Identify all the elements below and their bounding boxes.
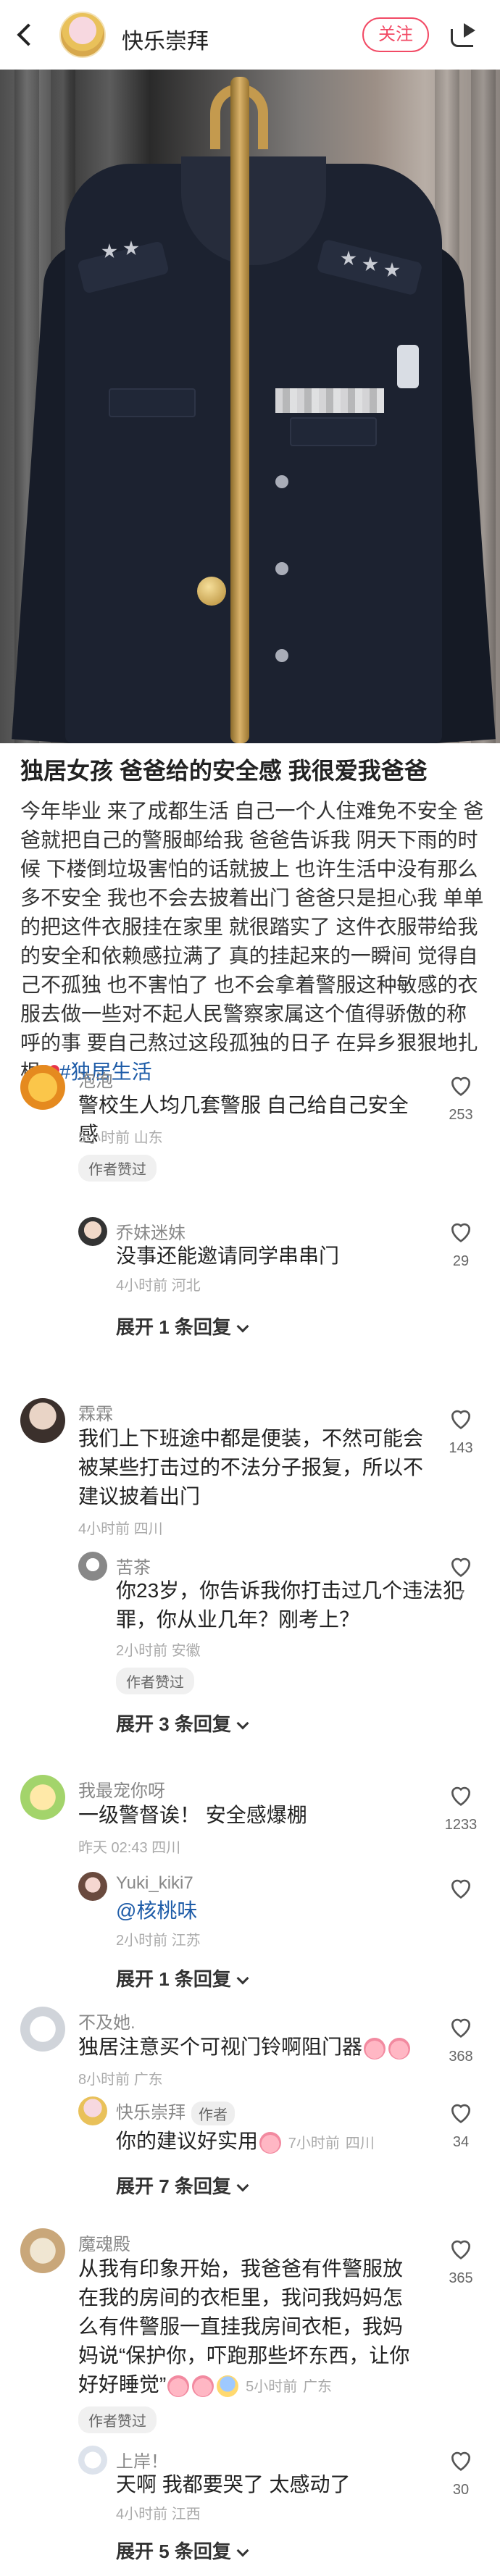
author-liked-tag: 作者赞过 [78, 1155, 157, 1182]
reply-meta: 2小时前 安徽 [116, 1643, 201, 1659]
reply-text[interactable]: 你23岁，你告诉我你打击过几个违法犯罪，你从业几年？刚考上？ [116, 1576, 464, 1634]
like-count: 368 [449, 2049, 473, 2065]
commenter-name[interactable]: 泡泡 [78, 1066, 113, 1092]
like-count: 30 [452, 2482, 470, 2498]
reply-mention[interactable]: @核桃味 [116, 1897, 464, 1925]
like-heart-icon[interactable] [446, 1404, 475, 1433]
pig-emoji-icon [259, 2131, 282, 2154]
expand-replies-button[interactable]: 展开 7 条回复 [116, 2172, 249, 2199]
commenter-name[interactable]: 我最宠你呀 [78, 1776, 165, 1802]
commenter-avatar[interactable] [20, 2007, 65, 2052]
reply-text[interactable]: 天啊 我都要哭了 太感动了 [116, 2470, 464, 2499]
replier-name[interactable]: 乔妹迷妹 [116, 1218, 186, 1244]
chevron-down-icon [236, 1717, 249, 1730]
like-heart-icon[interactable] [446, 1552, 475, 1581]
replier-name[interactable]: 快乐崇拜 作者 [116, 2098, 235, 2126]
commenter-avatar[interactable] [20, 1775, 65, 1820]
chevron-down-icon [236, 1320, 249, 1333]
like-heart-icon[interactable] [446, 2446, 475, 2475]
chevron-down-icon [236, 2544, 249, 2557]
like-heart-icon[interactable] [446, 1217, 475, 1246]
like-count: 29 [452, 1253, 470, 1269]
like-count: 365 [449, 2270, 473, 2286]
comment-text[interactable]: 从我有印象开始，我爸爸有件警服放在我的房间的衣柜里，我问我妈妈怎么有件警服一直挂… [78, 2254, 419, 2401]
reply-meta: 2小时前 江苏 [116, 1933, 201, 1949]
name-tag [275, 388, 384, 413]
post-body-text: 今年毕业 来了成都生活 自己一个人住难免不安全 爸爸就把自己的警服邮给我 爸爸告… [20, 800, 484, 1083]
commenter-avatar[interactable] [20, 1398, 65, 1443]
comment-meta: 8小时前 广东 [78, 2072, 163, 2088]
coat-stand-pole [230, 77, 249, 743]
reply-meta: 4小时前 江西 [116, 2506, 201, 2522]
comment-text[interactable]: 一级警督诶！ 安全感爆棚 [78, 1801, 426, 1830]
commenter-name[interactable]: 霖霖 [78, 1400, 113, 1425]
comment-meta: 5小时前 山东 [78, 1130, 163, 1146]
reply-avatar[interactable] [78, 2446, 107, 2475]
author-avatar[interactable] [59, 12, 106, 58]
comment-meta: 昨天 02:43 四川 [78, 1840, 181, 1856]
comment-text[interactable]: 独居注意买个可视门铃啊阻门器 [78, 2033, 426, 2062]
reply-text[interactable]: 没事还能邀请同学串串门 [116, 1242, 464, 1271]
replier-name[interactable]: Yuki_kiki7 [116, 1873, 193, 1894]
author-name[interactable]: 快乐崇拜 [122, 23, 209, 55]
expand-replies-button[interactable]: 展开 3 条回复 [116, 1710, 249, 1736]
pig-emoji-icon [388, 2037, 411, 2059]
like-count: 143 [449, 1440, 473, 1456]
like-heart-icon[interactable] [446, 1071, 475, 1100]
coat-stand-knob [197, 577, 226, 606]
like-count: 34 [452, 2134, 470, 2150]
like-count: 253 [449, 1107, 473, 1123]
expand-replies-button[interactable]: 展开 1 条回复 [116, 1313, 249, 1339]
pocket-flap [109, 388, 196, 417]
fear-emoji-icon [217, 2375, 239, 2397]
arm-patch [397, 345, 419, 388]
reply-avatar[interactable] [78, 1872, 107, 1901]
reply-avatar[interactable] [78, 2096, 107, 2125]
commenter-avatar[interactable] [20, 1065, 65, 1110]
jacket-button [275, 475, 288, 488]
like-count: 7 [457, 1588, 465, 1604]
pig-emoji-icon [364, 2037, 386, 2059]
reply-avatar[interactable] [78, 1552, 107, 1581]
post-title: 独居女孩 爸爸给的安全感 我很爱我爸爸 [20, 758, 428, 784]
author-liked-tag: 作者赞过 [116, 1668, 194, 1694]
like-heart-icon[interactable] [446, 2012, 475, 2041]
expand-replies-button[interactable]: 展开 5 条回复 [116, 2537, 249, 2564]
top-bar: 快乐崇拜 关注 [0, 0, 500, 70]
comment-text[interactable]: 我们上下班途中都是便装，不然可能会被某些打击过的不法分子报复，所以不建议披着出门 [78, 1424, 426, 1511]
comment-meta: 4小时前 四川 [78, 1521, 163, 1537]
post-body: 今年毕业 来了成都生活 自己一个人住难免不安全 爸爸就把自己的警服邮给我 爸爸告… [20, 797, 484, 1087]
commenter-name[interactable]: 魔魂殿 [78, 2230, 130, 2255]
jacket-button [275, 649, 288, 662]
reply-avatar[interactable] [78, 1217, 107, 1246]
chevron-down-icon [236, 2179, 249, 2192]
author-badge: 作者 [191, 2102, 235, 2126]
replier-name[interactable]: 苦茶 [116, 1553, 151, 1578]
post-photo[interactable] [0, 70, 500, 743]
reply-text[interactable]: 你的建议好实用 7小时前 四川 [116, 2127, 406, 2158]
commenter-avatar[interactable] [20, 2228, 65, 2273]
commenter-name[interactable]: 不及她. [78, 2008, 136, 2033]
like-heart-icon[interactable] [446, 2098, 475, 2127]
expand-replies-button[interactable]: 展开 1 条回复 [116, 1965, 249, 1991]
like-count: 1233 [444, 1817, 478, 1833]
replier-name[interactable]: 上岸！ [116, 2447, 168, 2472]
like-heart-icon[interactable] [446, 2234, 475, 2263]
share-icon[interactable] [451, 23, 480, 47]
like-heart-icon[interactable] [446, 1873, 475, 1902]
pig-emoji-icon [167, 2375, 190, 2397]
author-liked-tag: 作者赞过 [78, 2406, 157, 2433]
pig-emoji-icon [192, 2375, 214, 2397]
follow-button[interactable]: 关注 [362, 17, 429, 52]
pocket-flap [290, 417, 377, 446]
like-heart-icon[interactable] [446, 1781, 475, 1810]
back-arrow-icon[interactable] [13, 22, 39, 48]
jacket-button [275, 562, 288, 575]
chevron-down-icon [236, 1972, 249, 1985]
reply-meta: 4小时前 河北 [116, 1278, 201, 1294]
